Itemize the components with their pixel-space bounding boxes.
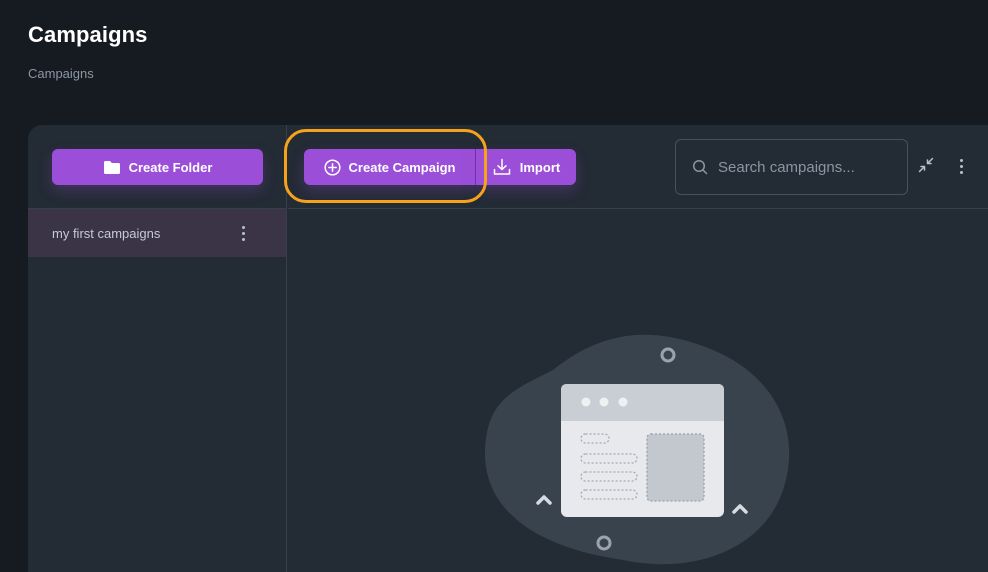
breadcrumb[interactable]: Campaigns — [28, 66, 94, 81]
more-vertical-icon[interactable] — [960, 159, 964, 174]
create-folder-button[interactable]: Create Folder — [52, 149, 263, 185]
collapse-icon[interactable] — [918, 157, 934, 173]
create-campaign-button[interactable]: Create Campaign — [304, 149, 475, 185]
folder-sidebar: Create Folder my first campaigns — [28, 125, 287, 572]
folder-item-label: my first campaigns — [52, 225, 161, 241]
main-toolbar: Create Campaign Import — [284, 125, 988, 209]
download-icon — [493, 158, 511, 175]
folder-icon — [103, 160, 120, 174]
import-label: Import — [519, 159, 561, 175]
sidebar-header: Create Folder — [28, 125, 286, 209]
import-button[interactable]: Import — [476, 149, 576, 185]
search-box[interactable] — [675, 139, 908, 195]
folder-item[interactable]: my first campaigns — [28, 209, 286, 257]
search-input[interactable] — [718, 158, 888, 176]
empty-state-illustration — [484, 334, 790, 565]
search-icon — [692, 159, 708, 175]
page-title: Campaigns — [28, 22, 148, 47]
campaigns-panel: Create Folder my first campaigns Create … — [28, 125, 988, 572]
campaigns-main: Create Campaign Import — [284, 125, 988, 572]
create-folder-label: Create Folder — [128, 159, 213, 175]
folder-more-icon[interactable] — [242, 226, 246, 241]
create-campaign-label: Create Campaign — [348, 159, 456, 175]
plus-circle-icon — [323, 158, 341, 176]
